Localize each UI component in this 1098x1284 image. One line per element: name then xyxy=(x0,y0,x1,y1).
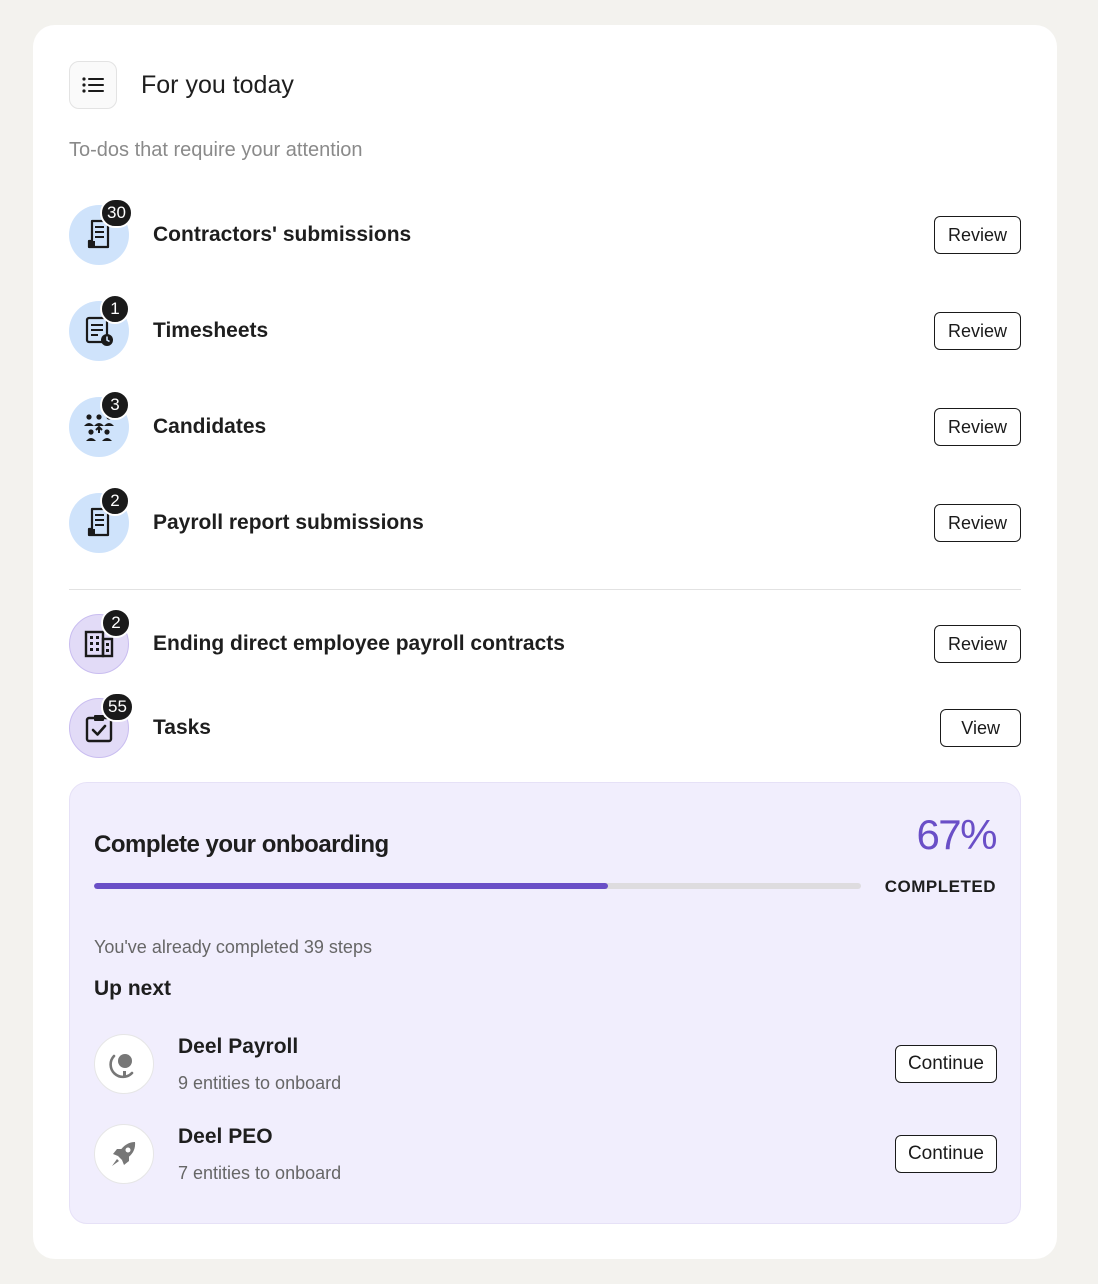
onboarding-item-deel-peo: Deel PEO 7 entities to onboard Continue xyxy=(94,1123,997,1185)
todo-label: Timesheets xyxy=(153,319,269,342)
building-icon: 2 xyxy=(69,608,131,674)
count-badge: 3 xyxy=(100,390,130,420)
todo-label: Contractors' submissions xyxy=(153,223,412,246)
count-badge: 55 xyxy=(101,692,134,722)
payroll-globe-icon xyxy=(94,1034,154,1094)
onboarding-item-subtitle: 9 entities to onboard xyxy=(178,1072,342,1093)
onboarding-panel: Complete your onboarding 67% COMPLETED Y… xyxy=(69,782,1021,1224)
todo-row-tasks: 55 Tasks View xyxy=(69,692,1021,758)
for-you-today-card: For you today To-dos that require your a… xyxy=(33,25,1057,1259)
clipboard-check-icon: 55 xyxy=(69,692,134,758)
list-icon[interactable] xyxy=(69,61,117,109)
todo-row-payroll-report-submissions: 2 Payroll report submissions Review xyxy=(69,486,1021,553)
onboarding-progress-bar xyxy=(94,883,861,889)
count-badge: 1 xyxy=(100,294,130,324)
onboarding-item-name: Deel PEO xyxy=(178,1124,273,1148)
completed-steps-text: You've already completed 39 steps xyxy=(94,937,372,957)
review-candidates-button[interactable]: Review xyxy=(933,408,1021,446)
todo-label: Payroll report submissions xyxy=(153,511,424,534)
card-header: For you today xyxy=(69,61,294,109)
todo-row-candidates: 3 Candidates Review xyxy=(69,390,1021,457)
onboarding-percent: 67% xyxy=(916,811,997,858)
review-timesheets-button[interactable]: Review xyxy=(933,312,1021,350)
up-next-heading: Up next xyxy=(94,977,172,1000)
onboarding-item-name: Deel Payroll xyxy=(178,1034,299,1058)
onboarding-item-deel-payroll: Deel Payroll 9 entities to onboard Conti… xyxy=(94,1033,997,1095)
todo-label: Ending direct employee payroll contracts xyxy=(153,632,565,655)
review-payroll-report-submissions-button[interactable]: Review xyxy=(933,504,1021,542)
continue-deel-peo-button[interactable]: Continue xyxy=(894,1135,997,1173)
rocket-icon xyxy=(94,1124,154,1184)
todo-row-ending-payroll-contracts: 2 Ending direct employee payroll contrac… xyxy=(69,608,1021,674)
page-subtitle: To-dos that require your attention xyxy=(69,139,363,161)
todo-label: Tasks xyxy=(153,716,211,739)
count-badge: 2 xyxy=(100,486,130,516)
review-ending-payroll-contracts-button[interactable]: Review xyxy=(933,625,1021,663)
onboarding-item-subtitle: 7 entities to onboard xyxy=(178,1162,342,1183)
completed-label: COMPLETED xyxy=(884,877,996,896)
section-divider xyxy=(69,589,1021,590)
todo-label: Candidates xyxy=(153,415,267,438)
page-title: For you today xyxy=(141,70,294,99)
receipt-icon: 30 xyxy=(69,198,133,265)
count-badge: 2 xyxy=(101,608,131,638)
todo-row-timesheets: 1 Timesheets Review xyxy=(69,294,1021,361)
view-tasks-button[interactable]: View xyxy=(940,709,1021,747)
timesheet-icon: 1 xyxy=(69,294,130,361)
todo-row-contractors-submissions: 30 Contractors' submissions Review xyxy=(69,198,1021,265)
receipt-icon: 2 xyxy=(69,486,130,553)
onboarding-title: Complete your onboarding xyxy=(94,831,389,858)
people-icon: 3 xyxy=(69,390,130,457)
continue-deel-payroll-button[interactable]: Continue xyxy=(894,1045,997,1083)
onboarding-progress-fill xyxy=(94,883,608,889)
count-badge: 30 xyxy=(100,198,133,228)
review-contractors-submissions-button[interactable]: Review xyxy=(933,216,1021,254)
